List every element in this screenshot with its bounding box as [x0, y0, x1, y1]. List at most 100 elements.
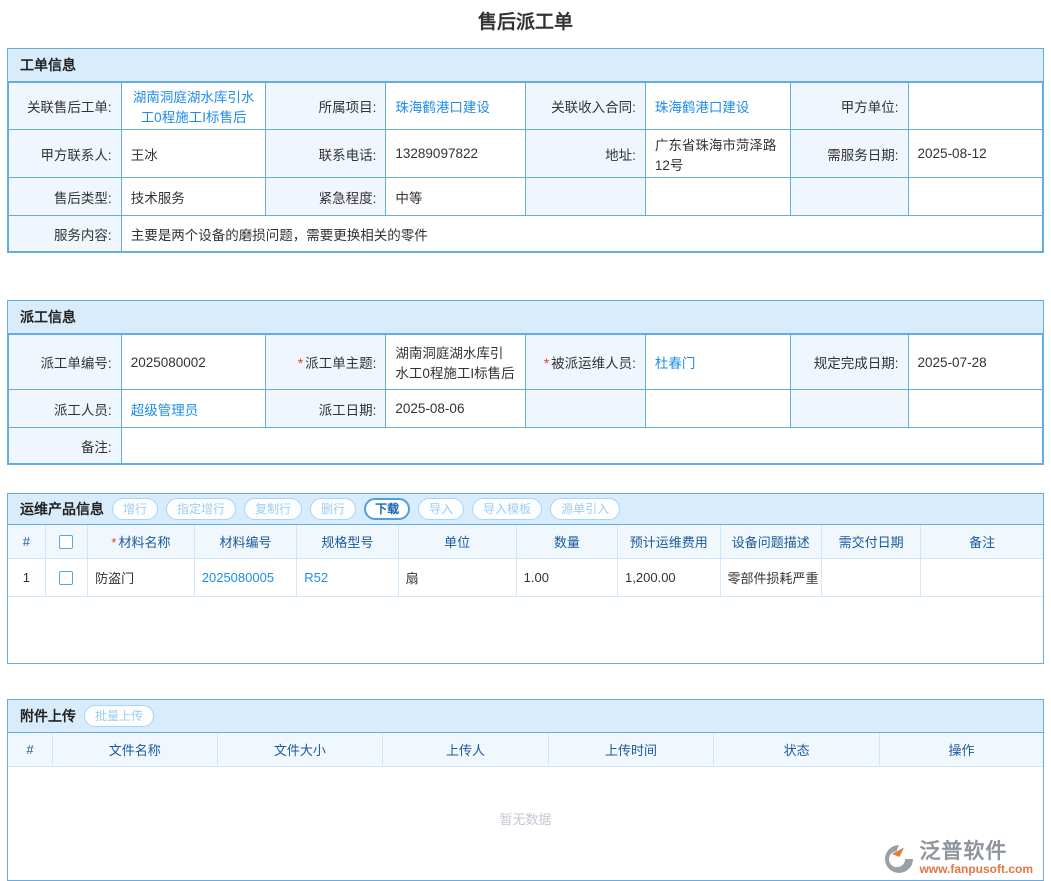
cell-issue-desc: 零部件损耗严重 — [720, 559, 821, 597]
cell-service-content: 主要是两个设备的磨损问题，需要更换相关的零件 — [121, 216, 1042, 252]
attachment-table: # 文件名称 文件大小 上传人 上传时间 状态 操作 — [8, 733, 1043, 767]
cell-delivery-date — [821, 559, 920, 597]
related-work-order-link[interactable]: 湖南洞庭湖水库引水工0程施工I标售后 — [133, 90, 255, 125]
product-section-header: 运维产品信息 增行 指定增行 复制行 删行 下载 导入 导入模板 源单引入 — [8, 494, 1043, 525]
watermark-url-text: www.fanpusoft.com — [919, 863, 1033, 876]
row-checkbox[interactable] — [59, 571, 73, 585]
label-service-date: 需服务日期: — [790, 130, 908, 178]
cell-phone: 13289097822 — [386, 130, 526, 178]
section-work-order-info: 工单信息 关联售后工单: 湖南洞庭湖水库引水工0程施工I标售后 所属项目: 珠海… — [7, 48, 1044, 253]
col-header-remark: 备注 — [921, 525, 1043, 559]
assigned-staff-link[interactable]: 杜春门 — [655, 356, 696, 371]
label-address: 地址: — [525, 130, 645, 178]
product-table-empty-space — [8, 597, 1043, 663]
col-header-upload-time: 上传时间 — [548, 733, 714, 767]
col-header-index: # — [8, 525, 45, 559]
dispatch-section-header: 派工信息 — [8, 301, 1043, 334]
empty-label-cell — [790, 178, 908, 216]
section-dispatch-info: 派工信息 派工单编号: 2025080002 *派工单主题: 湖南洞庭湖水库引水… — [7, 300, 1044, 465]
import-button[interactable]: 导入 — [418, 498, 464, 520]
cell-deadline: 2025-07-28 — [908, 335, 1042, 390]
row-select-cell — [45, 559, 87, 597]
cell-material-name: 防盗门 — [88, 559, 195, 597]
copy-row-button[interactable]: 复制行 — [244, 498, 302, 520]
work-order-section-title: 工单信息 — [20, 55, 76, 75]
cell-remark — [921, 559, 1043, 597]
label-service-content: 服务内容: — [9, 216, 122, 252]
import-template-button[interactable]: 导入模板 — [472, 498, 542, 520]
label-dispatch-no: 派工单编号: — [9, 335, 122, 390]
cell-dispatcher: 超级管理员 — [121, 390, 266, 428]
page-title: 售后派工单 — [0, 0, 1051, 48]
attachment-section-title: 附件上传 — [20, 706, 76, 726]
label-income-contract: 关联收入合同: — [525, 83, 645, 130]
product-section-title: 运维产品信息 — [20, 499, 104, 519]
fanpu-logo-icon — [883, 843, 915, 875]
section-attachment-upload: 附件上传 批量上传 # 文件名称 文件大小 上传人 上传时间 状态 操作 暂无数… — [7, 699, 1044, 881]
cell-party-a-unit — [908, 83, 1042, 130]
col-header-file-size: 文件大小 — [217, 733, 383, 767]
cell-unit: 扇 — [398, 559, 516, 597]
label-related-work-order: 关联售后工单: — [9, 83, 122, 130]
col-header-index: # — [8, 733, 53, 767]
col-header-issue-desc: 设备问题描述 — [720, 525, 821, 559]
insert-row-at-button[interactable]: 指定增行 — [166, 498, 236, 520]
spec-link[interactable]: R52 — [304, 570, 328, 585]
empty-value-cell — [908, 178, 1042, 216]
col-header-uploader: 上传人 — [383, 733, 549, 767]
dispatch-table: 派工单编号: 2025080002 *派工单主题: 湖南洞庭湖水库引水工0程施工… — [8, 334, 1043, 464]
required-marker: * — [544, 356, 549, 371]
cell-spec: R52 — [297, 559, 398, 597]
cell-material-no: 2025080005 — [194, 559, 296, 597]
label-project: 所属项目: — [266, 83, 386, 130]
required-marker: * — [111, 535, 116, 550]
required-marker: * — [298, 356, 303, 371]
dispatch-section-title: 派工信息 — [20, 307, 76, 327]
cell-assigned-staff: 杜春门 — [645, 335, 790, 390]
cell-service-date: 2025-08-12 — [908, 130, 1042, 178]
delete-row-button[interactable]: 删行 — [310, 498, 356, 520]
project-link[interactable]: 珠海鹤港口建设 — [395, 100, 490, 115]
work-order-table: 关联售后工单: 湖南洞庭湖水库引水工0程施工I标售后 所属项目: 珠海鹤港口建设… — [8, 82, 1043, 252]
col-header-unit: 单位 — [398, 525, 516, 559]
watermark-brand-text: 泛普软件 — [919, 841, 1033, 863]
col-header-select — [45, 525, 87, 559]
empty-state-text: 暂无数据 — [8, 809, 1043, 828]
dispatcher-link[interactable]: 超级管理员 — [131, 403, 199, 418]
cell-dispatch-subject: 湖南洞庭湖水库引水工0程施工I标售后 — [386, 335, 526, 390]
empty-label-cell — [525, 178, 645, 216]
cell-est-cost: 1,200.00 — [618, 559, 720, 597]
empty-value-cell — [645, 390, 790, 428]
cell-income-contract: 珠海鹤港口建设 — [645, 83, 790, 130]
batch-upload-button[interactable]: 批量上传 — [84, 705, 154, 727]
empty-label-cell — [525, 390, 645, 428]
col-header-material-name: *材料名称 — [88, 525, 195, 559]
empty-value-cell — [908, 390, 1042, 428]
label-aftersales-type: 售后类型: — [9, 178, 122, 216]
add-row-button[interactable]: 增行 — [112, 498, 158, 520]
col-header-status: 状态 — [714, 733, 880, 767]
cell-address: 广东省珠海市菏泽路12号 — [645, 130, 790, 178]
cell-related-work-order: 湖南洞庭湖水库引水工0程施工I标售后 — [121, 83, 266, 130]
empty-value-cell — [645, 178, 790, 216]
download-button[interactable]: 下载 — [364, 498, 410, 520]
income-contract-link[interactable]: 珠海鹤港口建设 — [655, 100, 750, 115]
col-header-file-name: 文件名称 — [53, 733, 218, 767]
cell-urgency: 中等 — [386, 178, 526, 216]
cell-project: 珠海鹤港口建设 — [386, 83, 526, 130]
col-header-actions: 操作 — [879, 733, 1043, 767]
label-party-a-contact: 甲方联系人: — [9, 130, 122, 178]
work-order-section-header: 工单信息 — [8, 49, 1043, 82]
cell-remark — [121, 428, 1042, 464]
col-header-est-cost: 预计运维费用 — [618, 525, 720, 559]
source-order-import-button[interactable]: 源单引入 — [550, 498, 620, 520]
label-phone: 联系电话: — [266, 130, 386, 178]
product-table: # *材料名称 材料编号 规格型号 单位 数量 预计运维费用 设备问题描述 需交… — [8, 525, 1043, 597]
col-header-spec: 规格型号 — [297, 525, 398, 559]
material-no-link[interactable]: 2025080005 — [202, 570, 274, 585]
cell-aftersales-type: 技术服务 — [121, 178, 266, 216]
product-table-row: 1 防盗门 2025080005 R52 扇 1.00 1,200.00 零部件… — [8, 559, 1043, 597]
select-all-checkbox[interactable] — [59, 535, 73, 549]
label-deadline: 规定完成日期: — [790, 335, 908, 390]
label-urgency: 紧急程度: — [266, 178, 386, 216]
